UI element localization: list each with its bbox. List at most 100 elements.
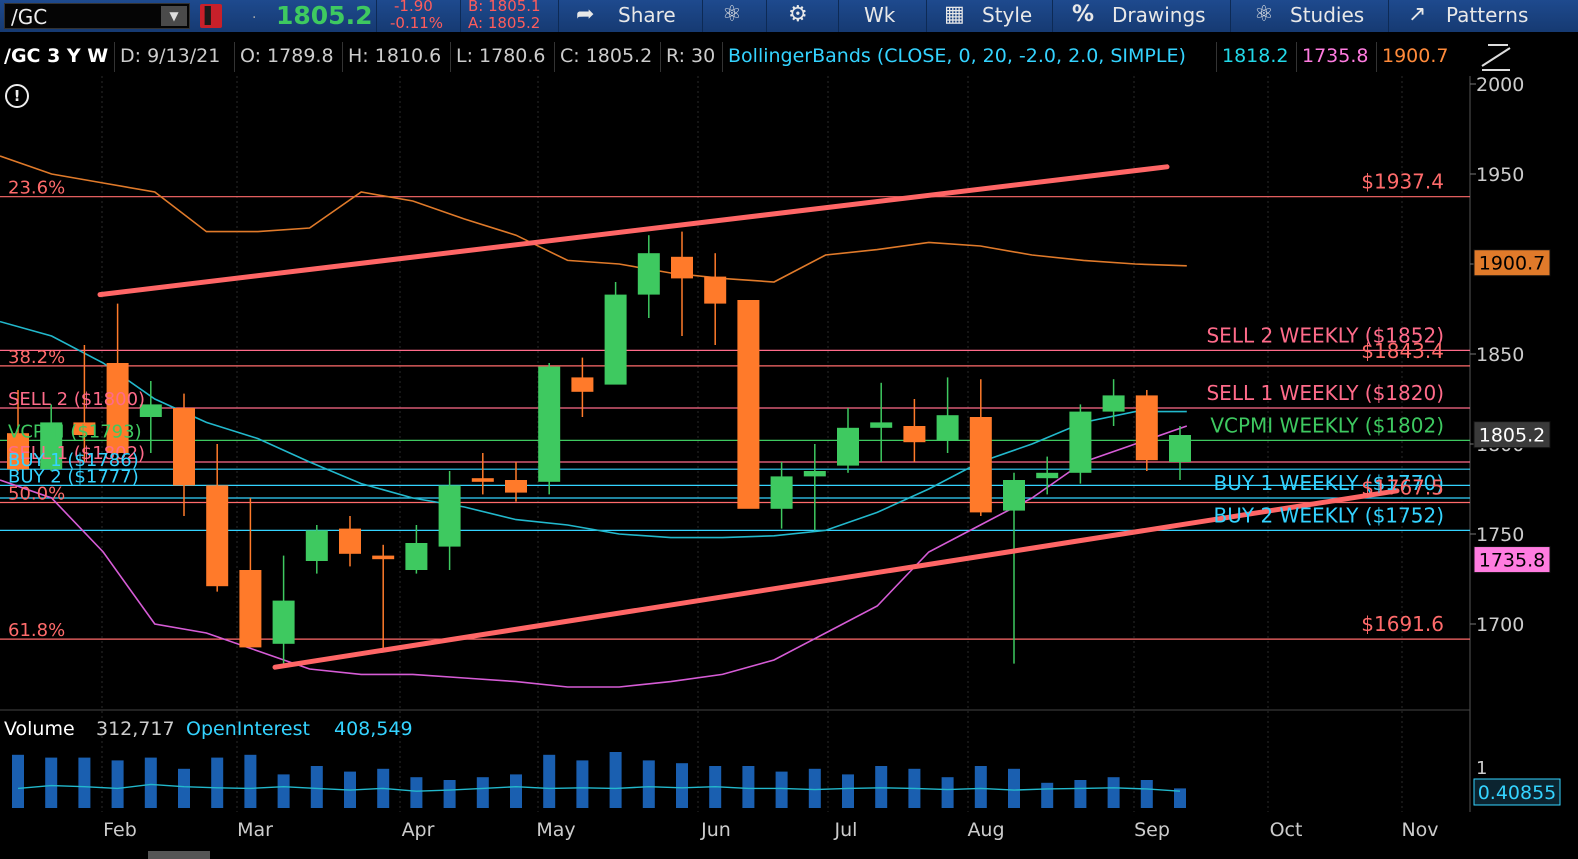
candle-down (704, 276, 727, 304)
level-label-right: $1937.4 (1361, 170, 1444, 194)
volume-bar (310, 766, 323, 808)
candle-up (438, 485, 461, 547)
bb-up-value: 1900.7 (1382, 45, 1449, 67)
volume-bar (277, 774, 290, 808)
volume-bar (775, 771, 788, 808)
bb-mid-value: 1818.2 (1222, 45, 1289, 67)
level-label-left: SELL 2 ($1800) (8, 389, 145, 410)
volume-bar (78, 757, 91, 808)
volume-bar (476, 777, 489, 808)
candle-down (903, 426, 926, 443)
time-scrollbar (148, 851, 210, 859)
volume-bar (609, 752, 622, 808)
price-tag-text: 1805.2 (1479, 425, 1545, 447)
month-tick-label: Feb (103, 819, 137, 841)
volume-bar (808, 768, 821, 808)
level-label-right: $1767.5 (1361, 476, 1444, 500)
oi-readout-text: 0.40855 (1478, 782, 1557, 804)
month-tick-label: Nov (1401, 819, 1438, 841)
volume-value: 312,717 (96, 718, 175, 740)
price-tag-text: 1735.8 (1479, 550, 1545, 572)
level-label-left: VCPMI ($1793) (8, 421, 142, 442)
candle-up (1102, 395, 1125, 412)
study-label[interactable]: BollingerBands (CLOSE, 0, 20, -2.0, 2.0,… (728, 45, 1186, 67)
volume-bar (742, 766, 755, 808)
open-interest-label[interactable]: OpenInterest (186, 718, 310, 740)
candle-up (803, 471, 826, 477)
candle-up (604, 294, 627, 385)
candle-up (837, 427, 859, 466)
month-tick-label: Jun (700, 819, 731, 841)
level-label-left: 61.8% (8, 620, 65, 641)
warning-icon[interactable]: ! (5, 84, 29, 108)
candle-down (969, 417, 992, 513)
volume-bar (211, 757, 224, 808)
month-tick-label: Oct (1270, 819, 1303, 841)
candle-up (538, 366, 561, 482)
volume-bar (510, 774, 522, 808)
volume-bar (941, 777, 954, 808)
month-tick-label: Mar (237, 819, 273, 841)
candle-up (936, 415, 959, 441)
y-tick-label: 1700 (1476, 614, 1524, 636)
open-interest-line (17, 783, 1181, 792)
candle-down (571, 377, 594, 392)
level-label-right: VCPMI WEEKLY ($1802) (1210, 413, 1444, 437)
month-tick-label: Aug (967, 819, 1004, 841)
candle-up (1169, 435, 1191, 462)
level-label-right: $1691.6 (1361, 612, 1444, 636)
volume-bar (410, 777, 423, 808)
volume-bar (842, 774, 854, 808)
candle-up (637, 253, 660, 295)
volume-bar (642, 760, 655, 808)
volume-bar (576, 760, 589, 808)
volume-bar (178, 768, 190, 808)
candle-down (239, 570, 262, 648)
volume-label: Volume (4, 718, 75, 740)
volume-bar (12, 754, 24, 808)
volume-bar (144, 757, 157, 808)
drawing-tool-icon[interactable] (1478, 42, 1514, 72)
bar-low: L: 1780.6 (456, 45, 546, 67)
candle-down (671, 256, 693, 279)
y-tick-label: 1750 (1476, 524, 1524, 546)
candle-down (372, 555, 395, 560)
volume-bar (244, 754, 257, 808)
volume-bar (1008, 768, 1020, 808)
level-label-left: 38.2% (8, 347, 65, 368)
candle-up (305, 530, 328, 561)
bar-high: H: 1810.6 (348, 45, 442, 67)
chart-title: /GC 3 Y W (4, 45, 109, 67)
volume-bar (974, 766, 987, 808)
month-tick-label: Jul (834, 819, 858, 841)
level-label-right: BUY 2 WEEKLY ($1752) (1214, 503, 1444, 527)
candle-down (737, 300, 760, 509)
candle-down (1135, 395, 1158, 461)
month-tick-label: Apr (402, 819, 435, 841)
volume-bar (543, 754, 556, 808)
candle-up (870, 422, 893, 428)
candle-up (770, 476, 793, 509)
month-tick-label: May (536, 819, 575, 841)
open-interest-value: 408,549 (334, 718, 413, 740)
candle-down (206, 485, 229, 587)
candle-down (339, 528, 361, 554)
candle-up (272, 600, 295, 644)
price-tag-text: 1900.7 (1479, 253, 1545, 275)
level-label-left: 50.0% (8, 484, 65, 505)
volume-bar (875, 766, 888, 808)
candle-down (505, 480, 527, 493)
volume-bar (1140, 780, 1153, 808)
candle-down (471, 478, 494, 482)
month-tick-label: Sep (1134, 819, 1170, 841)
bar-date: D: 9/13/21 (120, 45, 221, 67)
bb-low-value: 1735.8 (1302, 45, 1369, 67)
candle-up (1036, 472, 1059, 479)
bar-open: O: 1789.8 (240, 45, 334, 67)
candle-up (1069, 411, 1092, 473)
y-tick-label: 2000 (1476, 74, 1524, 96)
volume-bar (443, 780, 456, 808)
bar-close: C: 1805.2 (560, 45, 653, 67)
level-label-right: $1843.4 (1361, 339, 1444, 363)
level-label-right: SELL 1 WEEKLY ($1820) (1206, 381, 1444, 405)
